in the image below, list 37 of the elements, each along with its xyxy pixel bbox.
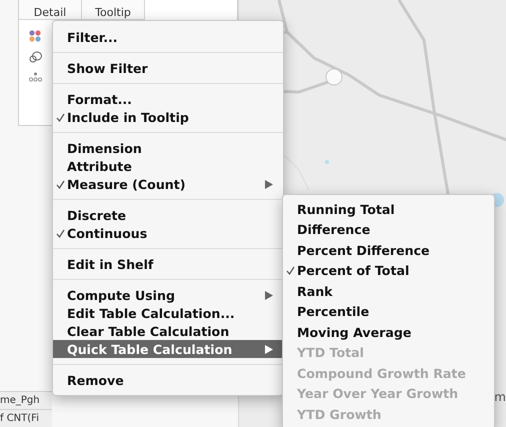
menu-item[interactable]: Continuous [53,224,283,242]
menu-item[interactable]: Compute Using [53,286,283,304]
menu-item[interactable]: Discrete [53,206,283,224]
menu-item[interactable]: Moving Average [283,322,494,342]
submenu-arrow-icon [265,344,273,354]
check-icon [56,112,64,122]
submenu-arrow-icon [265,290,273,300]
menu-item[interactable]: Remove [53,371,283,389]
menu-item[interactable]: Running Total [283,199,494,220]
check-icon [286,266,294,276]
check-icon [56,228,64,238]
shelf-pill[interactable]: f CNT(Fi [0,409,52,427]
menu-item[interactable]: Percentile [283,302,494,322]
marks-button[interactable]: Tooltip [82,0,145,20]
dots-icon [29,72,42,82]
marks-button[interactable]: Detail [19,0,82,20]
lasso-icon [29,50,42,64]
submenu-arrow-icon [265,180,273,188]
menu-item[interactable]: Quick Table Calculation [53,340,283,358]
menu-item[interactable]: Rank [283,281,494,302]
menu-item[interactable]: Format... [53,90,283,108]
menu-item[interactable]: Show Filter [53,59,283,77]
shelf-pill[interactable]: me_Pgh [0,391,52,409]
check-icon [56,180,64,188]
menu-item[interactable]: Include in Tooltip [53,108,283,126]
menu-item[interactable]: Clear Table Calculation [53,322,283,340]
menu-item[interactable]: Percent of Total [283,260,494,281]
label-text: m [494,390,506,404]
color-dots-icon [29,30,41,42]
menu-item[interactable]: Edit Table Calculation... [53,304,283,322]
menu-item[interactable]: Percent Difference [283,240,494,260]
menu-item[interactable]: Dimension [53,139,283,157]
menu-item[interactable]: Attribute [53,157,283,175]
menu-item[interactable]: Difference [283,220,494,240]
menu-item[interactable]: Filter... [53,28,283,46]
menu-item[interactable]: Edit in Shelf [53,255,283,273]
menu-item[interactable]: Measure (Count) [53,175,283,193]
